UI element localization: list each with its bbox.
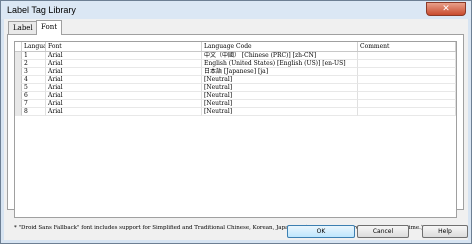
row-header[interactable] (15, 100, 22, 108)
table-row[interactable]: 8 Arial [Neutral] (15, 108, 456, 116)
table-row[interactable]: 5 Arial [Neutral] (15, 84, 456, 92)
language-code-cell[interactable]: [Neutral] (202, 84, 358, 92)
comment-cell[interactable] (358, 92, 456, 100)
column-header-language-code[interactable]: Language Code (202, 42, 358, 51)
row-header[interactable] (15, 92, 22, 100)
row-header[interactable] (15, 84, 22, 92)
font-tab-panel: Langua… Font Language Code Comment 1Aria… (7, 34, 464, 231)
language-code-cell[interactable]: [Neutral] (202, 92, 358, 100)
comment-cell[interactable] (358, 108, 456, 116)
font-cell[interactable]: Arial (46, 84, 202, 92)
language-number-cell[interactable]: 6 (22, 92, 46, 100)
font-table[interactable]: Langua… Font Language Code Comment 1Aria… (14, 41, 457, 218)
font-cell[interactable]: Arial (46, 52, 202, 60)
language-code-cell[interactable]: [Neutral] (202, 100, 358, 108)
dialog-client-area: Label Font Langua… Font Language Code Co… (4, 19, 468, 240)
tab-font[interactable]: Font (36, 20, 63, 35)
comment-cell[interactable] (358, 52, 456, 60)
table-row[interactable]: 2 Arial English (United States) [English (… (15, 60, 456, 68)
close-button[interactable]: ✕ (426, 2, 466, 16)
row-header[interactable] (15, 76, 22, 84)
language-code-cell[interactable]: English (United States) [English (US)] [… (202, 60, 358, 68)
table-header: Langua… Font Language Code Comment (15, 42, 456, 52)
tab-label[interactable]: Label (8, 21, 38, 34)
language-number-cell[interactable]: 7 (22, 100, 46, 108)
language-number-cell[interactable]: 4 (22, 76, 46, 84)
help-button[interactable]: Help (422, 225, 468, 238)
table-row[interactable]: 1 Arial 中文（中國） [Chinese (PRC)] [zh-CN] (15, 52, 456, 60)
table-row[interactable]: 6 Arial [Neutral] (15, 92, 456, 100)
ok-button[interactable]: OK (287, 225, 355, 238)
cancel-button[interactable]: Cancel (357, 225, 409, 238)
font-cell[interactable]: Arial (46, 68, 202, 76)
column-header-comment[interactable]: Comment (358, 42, 456, 51)
font-cell[interactable]: Arial (46, 108, 202, 116)
language-code-cell[interactable]: 中文（中國） [Chinese (PRC)] [zh-CN] (202, 52, 358, 60)
table-row[interactable]: 7 Arial [Neutral] (15, 100, 456, 108)
table-row[interactable]: 4 Arial [Neutral] (15, 76, 456, 84)
row-header[interactable] (15, 52, 22, 60)
column-header-font[interactable]: Font (46, 42, 202, 51)
title-bar: Label Tag Library ✕ (1, 1, 471, 19)
language-number-cell[interactable]: 8 (22, 108, 46, 116)
row-header[interactable] (15, 68, 22, 76)
column-header-language[interactable]: Langua… (22, 42, 46, 51)
row-header[interactable] (15, 108, 22, 116)
close-icon: ✕ (442, 4, 450, 14)
font-cell[interactable]: Arial (46, 92, 202, 100)
language-code-cell[interactable]: 日本語 [Japanese] [ja] (202, 68, 358, 76)
header-corner (15, 42, 22, 51)
comment-cell[interactable] (358, 84, 456, 92)
language-code-cell[interactable]: [Neutral] (202, 76, 358, 84)
language-number-cell[interactable]: 2 (22, 60, 46, 68)
comment-cell[interactable] (358, 60, 456, 68)
label-tag-library-dialog: Label Tag Library ✕ Label Font Langua… F… (0, 0, 472, 244)
language-number-cell[interactable]: 1 (22, 52, 46, 60)
font-cell[interactable]: Arial (46, 100, 202, 108)
language-code-cell[interactable]: [Neutral] (202, 108, 358, 116)
font-cell[interactable]: Arial (46, 76, 202, 84)
comment-cell[interactable] (358, 68, 456, 76)
font-cell[interactable]: Arial (46, 60, 202, 68)
table-row[interactable]: 3 Arial 日本語 [Japanese] [ja] (15, 68, 456, 76)
window-title: Label Tag Library (7, 5, 76, 15)
row-header[interactable] (15, 60, 22, 68)
comment-cell[interactable] (358, 76, 456, 84)
comment-cell[interactable] (358, 100, 456, 108)
language-number-cell[interactable]: 3 (22, 68, 46, 76)
language-number-cell[interactable]: 5 (22, 84, 46, 92)
